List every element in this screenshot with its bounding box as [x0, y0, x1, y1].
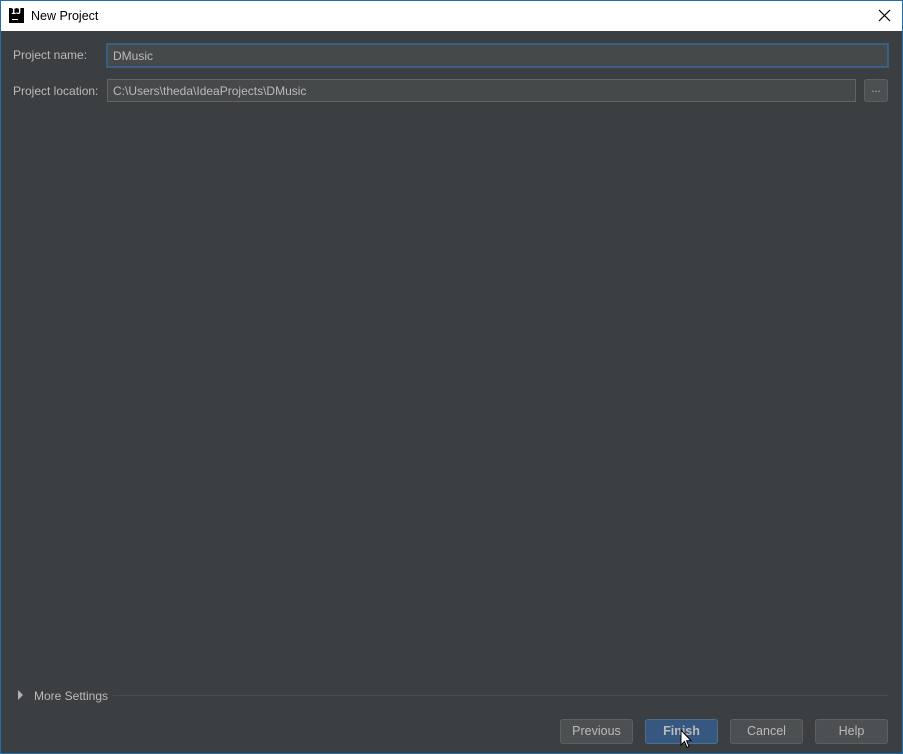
mouse-cursor-icon	[680, 729, 692, 749]
close-button[interactable]	[868, 1, 902, 31]
project-name-input[interactable]: DMusic	[107, 44, 888, 67]
close-icon	[878, 9, 891, 22]
new-project-dialog: IJ New Project Project name: DMusic Proj…	[0, 0, 903, 754]
expand-arrow-icon	[18, 690, 23, 700]
title-bar: IJ New Project	[1, 1, 902, 31]
browse-location-button[interactable]: ...	[864, 79, 888, 102]
window-title: New Project	[31, 9, 99, 23]
cancel-button[interactable]: Cancel	[730, 719, 803, 744]
project-name-label: Project name:	[13, 48, 88, 62]
project-location-label: Project location:	[13, 84, 99, 98]
intellij-idea-icon: IJ	[9, 7, 24, 23]
more-settings-label: More Settings	[34, 689, 109, 703]
help-button[interactable]: Help	[815, 719, 888, 744]
more-settings-separator	[113, 695, 888, 696]
project-location-input[interactable]: C:\Users\theda\IdeaProjects\DMusic	[107, 79, 856, 102]
previous-button[interactable]: Previous	[560, 719, 633, 744]
